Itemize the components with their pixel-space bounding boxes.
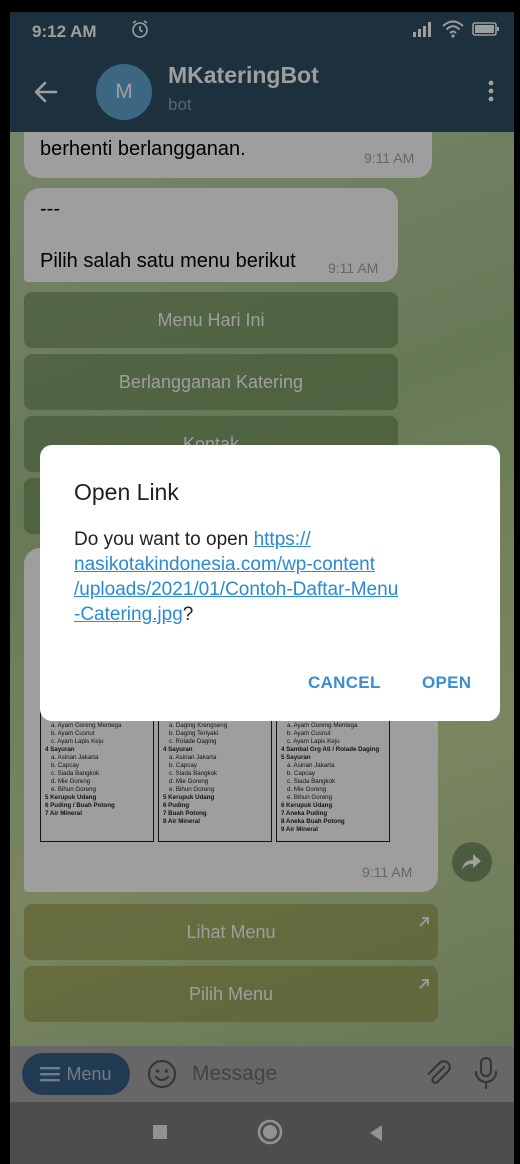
dialog-prefix: Do you want to open bbox=[74, 529, 254, 550]
dialog-link-line: https:// bbox=[253, 529, 311, 550]
dialog-link-line: nasikotakindonesia.com/wp-content bbox=[74, 554, 376, 575]
phone-screen: 9:12 AM M MKateringBot bot berhenti berl… bbox=[10, 12, 514, 1164]
open-button[interactable]: OPEN bbox=[422, 673, 471, 693]
dialog-suffix: ? bbox=[182, 604, 194, 625]
dialog-link-line: /uploads/2021/01/Contoh-Daftar-Menu bbox=[74, 579, 399, 600]
open-link-dialog: Open Link Do you want to open https:// na… bbox=[40, 445, 500, 721]
cancel-button[interactable]: CANCEL bbox=[308, 673, 381, 693]
dialog-message: Do you want to open https:// nasikotakind… bbox=[74, 527, 474, 627]
dialog-link-line: -Catering.jpg bbox=[74, 604, 183, 625]
dialog-title: Open Link bbox=[74, 479, 179, 505]
